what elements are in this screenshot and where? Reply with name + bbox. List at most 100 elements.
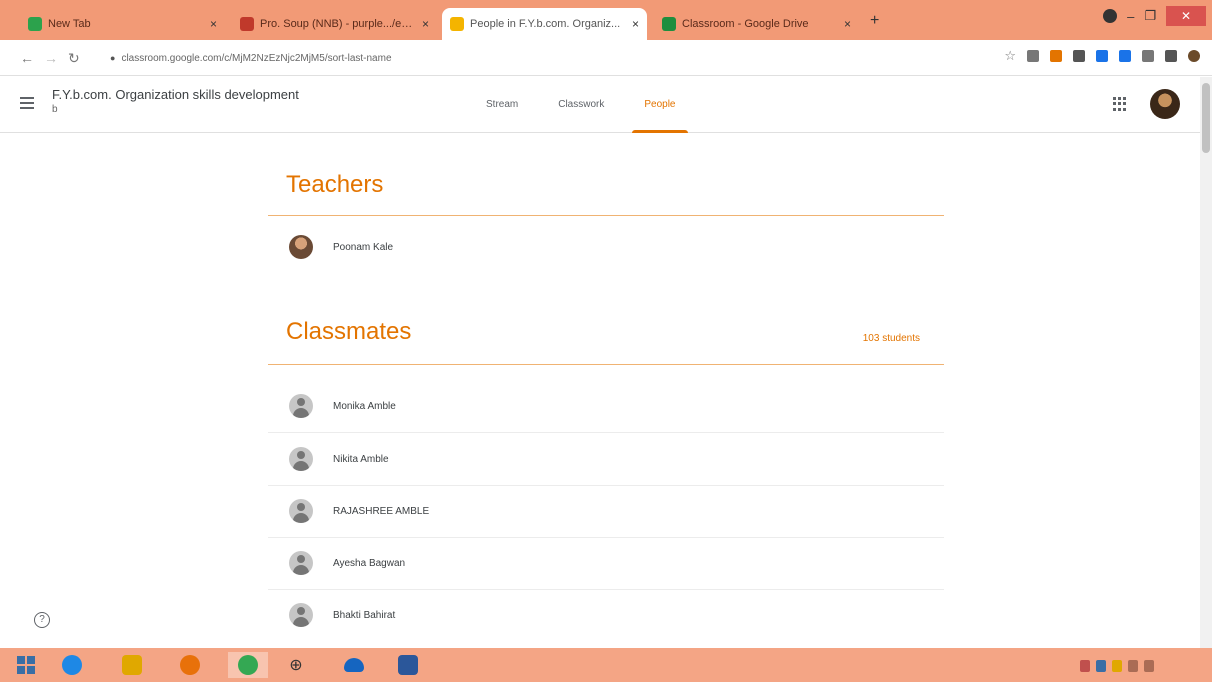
start-button[interactable] [6,652,46,678]
student-row[interactable]: Monika Amble [268,380,944,432]
tab-favicon-icon [450,17,464,31]
close-window-icon[interactable]: ✕ [1166,6,1206,26]
taskbar-chrome[interactable] [228,652,268,678]
tray-app-icon[interactable] [1112,660,1122,672]
url-text: classroom.google.com/c/MjM2NzEzNjc2MjM5/… [121,52,392,64]
tray-app-icon[interactable] [1080,660,1090,672]
magnifier-icon: ⊕ [289,657,303,674]
tab-close-icon[interactable]: × [422,17,429,31]
tray-network-icon[interactable] [1128,660,1138,672]
windows-start-icon [17,656,35,674]
teacher-row[interactable]: Poonam Kale [268,221,944,273]
main-menu-icon[interactable] [20,97,34,109]
profile-icon[interactable] [1103,9,1118,23]
tab-close-icon[interactable]: × [844,17,851,31]
account-avatar[interactable] [1150,89,1180,119]
extensions-toolbar: ☆ [1004,48,1200,64]
new-tab-icon[interactable]: + [870,12,879,30]
classmates-divider [268,364,944,365]
browser-extension-icon[interactable] [1096,50,1108,62]
browser-extension-icon[interactable] [1119,50,1131,62]
bookmark-star-icon[interactable]: ☆ [1004,48,1016,64]
student-row[interactable]: RAJASHREE AMBLE [268,485,944,537]
student-avatar-icon [289,499,313,523]
tab-people[interactable]: People [624,77,695,133]
tab-title: Classroom - Google Drive [682,18,809,30]
help-icon[interactable]: ? [34,612,50,628]
word-icon [398,655,418,675]
taskbar-magnifier[interactable]: ⊕ [276,652,316,678]
student-count: 103 students [862,333,920,344]
browser-tab-1[interactable]: New Tab × [20,8,225,40]
tab-favicon-icon [240,17,254,31]
page-scrollbar[interactable] [1200,77,1212,648]
browser-tab-4[interactable]: Classroom - Google Drive × [654,8,859,40]
browser-tab-3[interactable]: People in F.Y.b.com. Organiz... × [442,8,647,40]
student-row[interactable]: Ayesha Bagwan [268,537,944,589]
teachers-divider [268,215,944,216]
student-name: RAJASHREE AMBLE [333,505,430,517]
scrollbar-thumb[interactable] [1202,83,1210,153]
student-avatar-icon [289,394,313,418]
maximize-icon[interactable]: ❐ [1144,8,1156,24]
browser-extension-icon[interactable] [1050,50,1062,62]
google-apps-icon[interactable] [1113,97,1127,111]
internet-explorer-icon [62,655,82,675]
classmates-heading: Classmates [286,318,412,345]
tab-close-icon[interactable]: × [632,17,639,31]
browser-extension-icon[interactable] [1165,50,1177,62]
browser-extension-icon[interactable] [1142,50,1154,62]
taskbar-internet-explorer[interactable] [52,652,92,678]
tab-title: New Tab [48,18,91,30]
reload-icon[interactable]: ↻ [68,50,80,67]
firefox-icon [180,655,200,675]
taskbar-cloud-app[interactable] [334,652,374,678]
teacher-avatar [289,235,313,259]
forward-icon[interactable]: → [44,50,58,66]
tab-close-icon[interactable]: × [210,17,217,31]
browser-extension-icon[interactable] [1188,50,1200,62]
tab-stream[interactable]: Stream [466,77,538,133]
student-avatar-icon [289,447,313,471]
browser-tab-2[interactable]: Pro. Soup (NNB) - purple.../eelWE × [232,8,437,40]
class-nav-tabs: Stream Classwork People [466,77,696,133]
teacher-name: Poonam Kale [333,241,394,253]
minimize-icon[interactable]: – [1127,9,1134,24]
tab-title: Pro. Soup (NNB) - purple.../eelWE [260,18,416,30]
system-tray [1080,656,1204,676]
tab-title: People in F.Y.b.com. Organiz... [470,18,621,30]
browser-tabstrip: New Tab × Pro. Soup (NNB) - purple.../ee… [0,0,1212,40]
class-title[interactable]: F.Y.b.com. Organization skills developme… [52,87,299,102]
tray-volume-icon[interactable] [1144,660,1154,672]
student-row[interactable]: Nikita Amble [268,433,944,485]
taskbar-firefox[interactable] [170,652,210,678]
teachers-heading: Teachers [286,171,384,198]
class-section: b [52,104,58,115]
student-row[interactable]: Bhakti Bahirat [268,589,944,641]
tray-app-icon[interactable] [1096,660,1106,672]
back-icon[interactable]: ← [20,50,34,66]
tab-favicon-icon [28,17,42,31]
cloud-icon [344,658,364,672]
student-name: Monika Amble [333,400,396,412]
browser-extension-icon[interactable] [1073,50,1085,62]
student-avatar-icon [289,551,313,575]
window-controls: – ❐ ✕ [1103,6,1206,26]
chrome-icon [238,655,258,675]
address-bar: ← → ↻ ● classroom.google.com/c/MjM2NzEzN… [0,40,1212,76]
classroom-header: F.Y.b.com. Organization skills developme… [0,77,1200,133]
student-name: Bhakti Bahirat [333,609,396,621]
taskbar-word[interactable] [388,652,428,678]
student-avatar-icon [289,603,313,627]
tab-classwork[interactable]: Classwork [538,77,624,133]
student-name: Ayesha Bagwan [333,557,406,569]
url-field[interactable]: ● classroom.google.com/c/MjM2NzEzNjc2MjM… [110,48,940,68]
taskbar-clock[interactable] [1160,656,1204,676]
windows-taskbar: ⊕ [0,648,1212,682]
taskbar-file-explorer[interactable] [112,652,152,678]
lock-icon: ● [110,53,116,63]
browser-extension-icon[interactable] [1027,50,1039,62]
tab-favicon-icon [662,17,676,31]
student-name: Nikita Amble [333,453,389,465]
file-explorer-icon [122,655,142,675]
